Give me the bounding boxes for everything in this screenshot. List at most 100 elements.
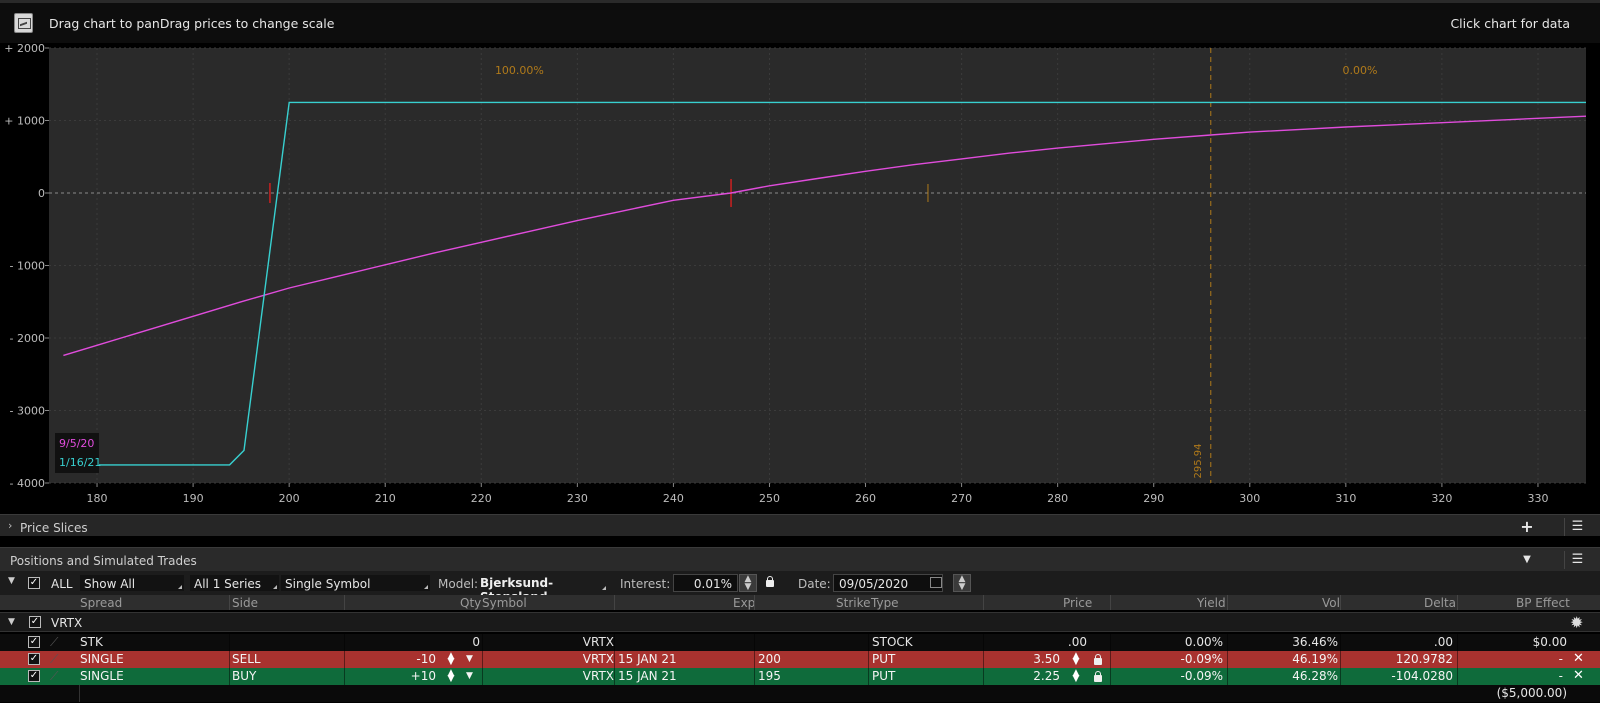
qty-stepper[interactable]: ▲ ▼ (446, 652, 456, 667)
cell-qty[interactable]: 0 (400, 635, 480, 649)
model-select[interactable]: Bjerksund-Stensland (476, 574, 608, 604)
x-tick-label: 240 (663, 492, 684, 505)
interest-stepper[interactable]: ▲ ▼ (739, 574, 757, 592)
col-symbol[interactable]: Symbol (482, 596, 527, 610)
legend-series-1: 9/5/20 (59, 437, 94, 450)
cell-bp: - (1558, 652, 1563, 666)
col-delta[interactable]: Delta (1424, 596, 1456, 610)
cell-vol: 46.28% (1292, 669, 1338, 683)
col-strike[interactable]: Strike (836, 596, 871, 610)
cell-bp: - (1558, 669, 1563, 683)
chevron-right-icon[interactable]: › (8, 519, 12, 532)
cell-side[interactable]: SELL (232, 652, 261, 666)
group-checkbox[interactable]: ✓ (29, 616, 41, 628)
cell-strike[interactable]: 195 (758, 669, 781, 683)
interest-label: Interest: (620, 577, 671, 591)
col-qty[interactable]: Qty (460, 596, 481, 610)
risk-profile-chart[interactable]: + 2000 + 1000 0 - 1000 - 2000 - 3000 - 4000 18… (0, 43, 1600, 515)
x-tick-label: 200 (279, 492, 300, 505)
gear-icon[interactable]: ✹ (1570, 613, 1583, 632)
cell-price[interactable]: .00 (1000, 635, 1087, 649)
x-tick-label: 320 (1431, 492, 1452, 505)
qty-stepper[interactable]: ▲ ▼ (446, 669, 456, 684)
table-row-buy[interactable]: ✓ ⟋ SINGLE BUY +10 ▲ ▼ ▼ VRTX 15 JAN 21 1… (0, 668, 1600, 685)
remove-row-button[interactable]: ✕ (1573, 651, 1584, 666)
positions-menu-icon[interactable]: ☰ (1564, 551, 1590, 569)
row-checkbox[interactable]: ✓ (28, 636, 40, 648)
col-side[interactable]: Side (232, 596, 258, 610)
price-slices-title: Price Slices (20, 521, 88, 535)
price-marker-label: 295.94 (1193, 444, 1204, 479)
chart-header: Drag chart to panDrag prices to change s… (0, 3, 1600, 43)
cell-spread[interactable]: SINGLE (80, 669, 124, 683)
cell-strike[interactable]: 200 (758, 652, 781, 666)
x-tick-label: 260 (855, 492, 876, 505)
col-exp[interactable]: Exp (733, 596, 755, 610)
symbol-group-row[interactable]: ▼ ✓ VRTX ✹ (0, 612, 1600, 632)
y-tick-label: - 3000 (10, 405, 45, 418)
cell-symbol: VRTX (582, 635, 614, 649)
row-checkbox[interactable]: ✓ (28, 670, 40, 682)
collapse-icon[interactable]: ▼ (1514, 551, 1540, 569)
x-tick-label: 190 (183, 492, 204, 505)
cell-yield: -0.09% (1180, 652, 1223, 666)
lock-icon[interactable] (1094, 671, 1102, 682)
table-row-stk[interactable]: ✓ ⟋ STK 0 VRTX STOCK .00 0.00% 36.46% .0… (0, 634, 1600, 651)
col-spread[interactable]: Spread (80, 596, 122, 610)
lock-icon[interactable] (1094, 654, 1102, 665)
col-yield[interactable]: Yield (1197, 596, 1226, 610)
remove-row-button[interactable]: ✕ (1573, 668, 1584, 683)
select-all-checkbox[interactable]: ✓ (28, 577, 40, 589)
date-stepper[interactable]: ▲ ▼ (953, 574, 971, 592)
cell-delta: 120.9782 (1395, 652, 1453, 666)
date-input[interactable]: 09/05/2020 (833, 574, 943, 592)
cell-exp[interactable]: 15 JAN 21 (618, 652, 677, 666)
qty-dropdown-icon[interactable]: ▼ (466, 671, 473, 681)
cell-side[interactable]: BUY (232, 669, 256, 683)
cell-type[interactable]: PUT (872, 652, 895, 666)
analyze-icon[interactable]: ⟋ (50, 635, 58, 650)
show-filter-select[interactable]: Show All (79, 574, 185, 592)
interest-input[interactable]: 0.01% (673, 574, 738, 592)
col-bp-effect[interactable]: BP Effect (1516, 596, 1570, 610)
x-tick-label: 220 (471, 492, 492, 505)
qty-dropdown-icon[interactable]: ▼ (466, 654, 473, 664)
price-stepper[interactable]: ▲ ▼ (1071, 669, 1081, 684)
positions-title: Positions and Simulated Trades (10, 554, 197, 568)
probability-left-label: 100.00% (495, 64, 544, 77)
group-collapse-icon[interactable]: ▼ (8, 617, 15, 627)
list-menu-icon[interactable]: ☰ (1564, 518, 1590, 536)
add-slice-button[interactable]: + (1514, 518, 1540, 536)
cell-delta: -104.0280 (1391, 669, 1453, 683)
cell-spread: STK (80, 635, 103, 649)
x-tick-label: 330 (1527, 492, 1548, 505)
cell-qty[interactable]: -10 (360, 652, 436, 666)
probability-right-label: 0.00% (1342, 64, 1377, 77)
col-price[interactable]: Price (1063, 596, 1092, 610)
table-row-sell[interactable]: ✓ ⟋ SINGLE SELL -10 ▲ ▼ ▼ VRTX 15 JAN 21 … (0, 651, 1600, 668)
cell-exp[interactable]: 15 JAN 21 (618, 669, 677, 683)
series-select[interactable]: All 1 Series (189, 574, 280, 592)
cell-type[interactable]: PUT (872, 669, 895, 683)
cell-price[interactable]: 2.25 (1000, 669, 1060, 683)
positions-bar[interactable]: Positions and Simulated Trades ▼ ☰ (0, 547, 1600, 571)
y-tick-label: - 4000 (10, 477, 45, 490)
calendar-icon[interactable] (930, 577, 942, 588)
model-label: Model: (438, 577, 479, 591)
unlock-icon[interactable] (766, 576, 774, 587)
x-tick-label: 290 (1143, 492, 1164, 505)
col-type[interactable]: Type (871, 596, 899, 610)
price-slices-bar[interactable]: › Price Slices + ☰ (0, 514, 1600, 536)
symbol-mode-select[interactable]: Single Symbol (280, 574, 431, 592)
cell-spread[interactable]: SINGLE (80, 652, 124, 666)
col-vol[interactable]: Vol (1322, 596, 1340, 610)
cell-price[interactable]: 3.50 (1000, 652, 1060, 666)
price-stepper[interactable]: ▲ ▼ (1071, 652, 1081, 667)
analyze-icon[interactable]: ⟋ (50, 652, 58, 667)
analyze-icon[interactable]: ⟋ (50, 669, 58, 684)
row-checkbox[interactable]: ✓ (28, 653, 40, 665)
cell-delta: .00 (1433, 635, 1453, 649)
chart-settings-icon[interactable] (14, 13, 33, 33)
cell-qty[interactable]: +10 (360, 669, 436, 683)
expand-all-icon[interactable]: ▼ (8, 576, 15, 586)
